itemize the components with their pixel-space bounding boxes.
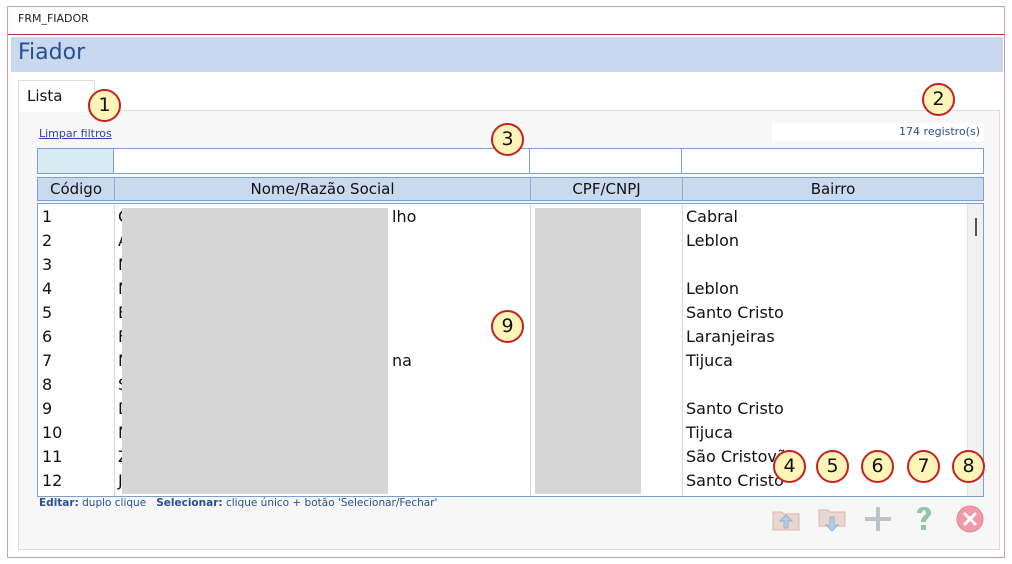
filter-codigo[interactable] [37,148,114,174]
header-band [11,37,1003,72]
tab-lista[interactable]: Lista [18,80,95,112]
callout-5: 5 [816,450,849,483]
column-header-codigo[interactable]: Código [38,178,115,200]
callout-6: 6 [861,450,894,483]
callout-8: 8 [952,450,985,483]
cell-codigo: 8 [42,375,53,394]
column-header-cpf[interactable]: CPF/CNPJ [531,178,683,200]
add-button[interactable] [862,503,894,535]
move-down-icon [818,509,846,532]
window-title: FRM_FIADOR [18,12,89,25]
hint-select-label: Selecionar: [156,497,223,509]
callout-9: 9 [491,310,524,343]
cell-codigo: 5 [42,303,53,322]
record-count: 174 registro(s) [772,123,984,141]
cell-nome-tail: lho [392,207,417,226]
tab-label: Lista [27,87,63,105]
cell-bairro: Santo Cristo [686,399,784,418]
cell-codigo: 2 [42,231,53,250]
cell-codigo: 4 [42,279,53,298]
cell-codigo: 6 [42,327,53,346]
filter-cpf[interactable] [529,148,682,174]
column-header-nome[interactable]: Nome/Razão Social [115,178,531,200]
redacted-documents [535,208,641,494]
cell-codigo: 3 [42,255,53,274]
cell-codigo: 11 [42,447,63,466]
cell-bairro: Tijuca [686,423,733,442]
cell-codigo: 7 [42,351,53,370]
cell-codigo: 10 [42,423,63,442]
redacted-names [122,208,388,494]
cell-bairro: Cabral [686,207,738,226]
callout-4: 4 [773,450,806,483]
move-up-button[interactable] [770,503,802,535]
hint-select-text: clique único + botão 'Selecionar/Fechar' [225,497,438,509]
hint-edit-text: duplo clique [82,497,147,509]
callout-7: 7 [907,450,940,483]
scrollbar-thumb[interactable] [975,218,977,236]
move-down-button[interactable] [816,503,848,535]
cell-bairro [682,253,968,277]
cell-bairro: Leblon [686,231,740,250]
page-title: Fiador [18,40,86,65]
cell-bairro: Tijuca [686,351,733,370]
help-button[interactable] [908,503,940,535]
cell-bairro: Leblon [686,279,740,298]
clear-filters-link[interactable]: Limpar filtros [39,127,112,140]
callout-1: 1 [88,89,121,122]
move-up-icon [772,511,800,531]
callout-2: 2 [922,83,955,116]
usage-hint: Editar: duplo clique Selecionar: clique … [39,497,437,509]
add-icon [865,507,891,531]
filter-nome[interactable] [113,148,530,174]
column-header-row: Código Nome/Razão Social CPF/CNPJ Bairro [37,177,984,201]
close-button[interactable] [954,503,986,535]
cell-codigo: 9 [42,399,53,418]
filter-bairro[interactable] [681,148,984,174]
title-divider [8,34,1004,35]
cell-nome-tail: na [392,351,412,370]
cell-codigo: 12 [42,471,63,490]
callout-3: 3 [491,123,524,156]
cell-bairro [682,373,968,397]
help-icon [917,507,931,530]
cell-bairro: Santo Cristo [686,303,784,322]
cell-codigo: 1 [42,207,53,226]
cell-bairro: Laranjeiras [686,327,775,346]
hint-edit-label: Editar: [39,497,79,509]
column-header-bairro[interactable]: Bairro [683,178,983,200]
close-icon [956,505,984,533]
